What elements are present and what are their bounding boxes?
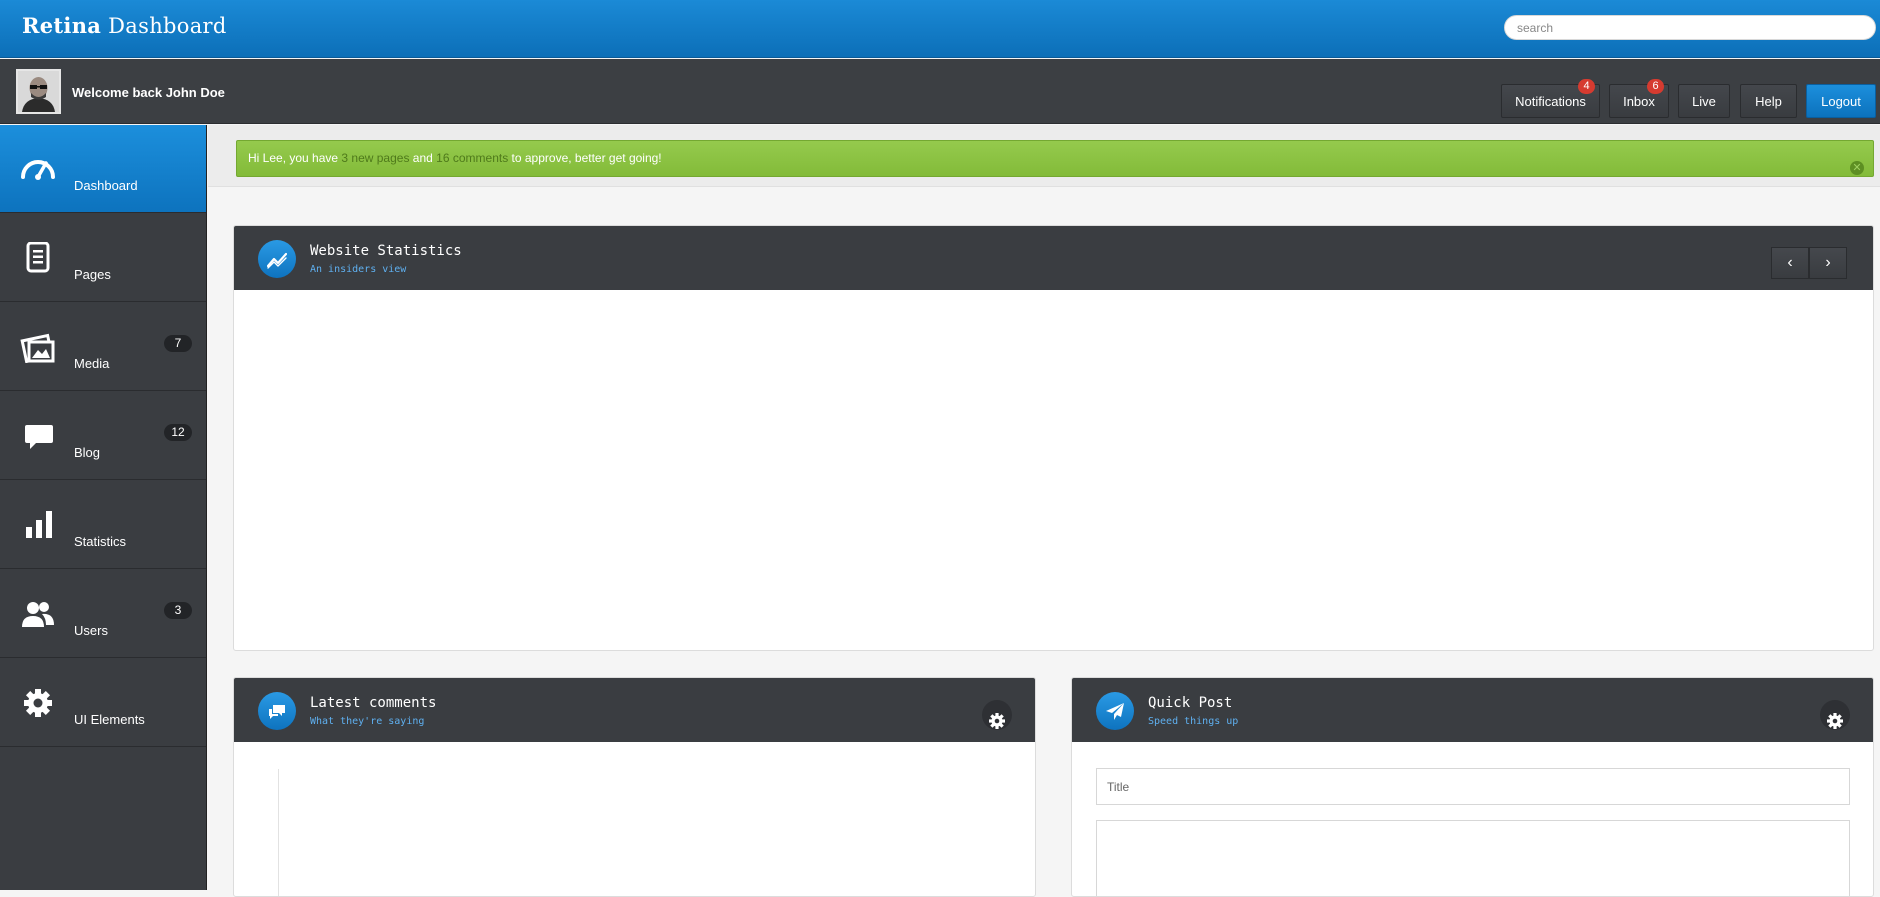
- notifications-label: Notifications: [1515, 93, 1586, 109]
- panel-header: Website Statistics An insiders view ‹ ›: [234, 226, 1873, 290]
- sidebar-label-ui-elements: UI Elements: [74, 712, 145, 727]
- alert-prefix: Hi Lee, you have: [248, 151, 342, 165]
- inbox-button[interactable]: Inbox 6: [1609, 79, 1669, 118]
- notifications-button[interactable]: Notifications 4: [1501, 79, 1600, 118]
- alert-mid: and: [409, 151, 437, 165]
- paper-plane-icon: [1096, 692, 1134, 730]
- welcome-text: Welcome back John Doe: [72, 85, 225, 100]
- panel-subtitle: Speed things up: [1148, 716, 1239, 727]
- users-icon: [22, 602, 54, 627]
- sidebar-item-blog[interactable]: Blog 12: [0, 392, 206, 480]
- document-icon: [26, 242, 50, 273]
- user-bar: Welcome back John Doe Notifications 4 In…: [0, 59, 1880, 124]
- next-button[interactable]: ›: [1809, 247, 1847, 279]
- gear-icon: [989, 713, 1005, 729]
- sidebar-label-pages: Pages: [74, 267, 111, 282]
- sidebar-item-dashboard[interactable]: Dashboard: [0, 125, 206, 213]
- notifications-badge: 4: [1578, 79, 1595, 94]
- close-icon[interactable]: ✕: [1850, 161, 1864, 175]
- panel-header: Quick Post Speed things up: [1072, 678, 1873, 742]
- logout-button[interactable]: Logout: [1806, 84, 1876, 118]
- post-title-input[interactable]: [1096, 768, 1850, 805]
- image-icon: [20, 333, 55, 363]
- settings-gear-button[interactable]: [982, 700, 1012, 730]
- gauge-icon: [21, 160, 55, 180]
- media-count-badge: 7: [164, 335, 192, 352]
- success-alert: Hi Lee, you have 3 new pages and 16 comm…: [236, 140, 1874, 177]
- comments-icon: [258, 692, 296, 730]
- alert-suffix: to approve, better get going!: [508, 151, 662, 165]
- sidebar-item-ui-elements[interactable]: UI Elements: [0, 659, 206, 747]
- sidebar-label-blog: Blog: [74, 445, 101, 460]
- bar-chart-icon: [26, 511, 52, 538]
- alert-comments-link[interactable]: 16 comments: [436, 151, 508, 165]
- panel-title: Latest comments: [310, 695, 437, 711]
- gear-icon: [1827, 713, 1843, 729]
- brand-rest: Dashboard: [108, 14, 227, 38]
- post-body-textarea[interactable]: [1096, 820, 1850, 896]
- trend-line-icon: [258, 240, 296, 278]
- latest-comments-panel: Latest comments What they're saying: [233, 677, 1036, 897]
- prev-button[interactable]: ‹: [1771, 247, 1809, 279]
- sidebar-item-users[interactable]: Users 3: [0, 570, 206, 658]
- chat-icon: [25, 425, 53, 449]
- help-button[interactable]: Help: [1740, 84, 1797, 118]
- sidebar-label-users: Users: [74, 623, 108, 638]
- panel-subtitle: An insiders view: [310, 264, 407, 275]
- quick-post-panel: Quick Post Speed things up: [1071, 677, 1874, 897]
- sidebar: Dashboard Pages Media 7 Blog 12 Statisti…: [0, 125, 207, 890]
- sidebar-item-pages[interactable]: Pages: [0, 214, 206, 302]
- avatar[interactable]: [16, 69, 61, 114]
- panel-header: Latest comments What they're saying: [234, 678, 1035, 742]
- inbox-label: Inbox: [1623, 93, 1655, 109]
- website-statistics-panel: Website Statistics An insiders view ‹ ›: [233, 225, 1874, 651]
- panel-subtitle: What they're saying: [310, 716, 425, 727]
- brand-bold: Retina: [22, 13, 102, 38]
- sidebar-label-media: Media: [74, 356, 110, 371]
- comments-timeline-line: [278, 769, 279, 896]
- sidebar-label-dashboard: Dashboard: [74, 178, 138, 193]
- top-header: Retina Dashboard: [0, 0, 1880, 58]
- panel-title: Quick Post: [1148, 695, 1233, 711]
- settings-gear-button[interactable]: [1820, 700, 1850, 730]
- panel-title: Website Statistics: [310, 243, 462, 259]
- brand-logo[interactable]: Retina Dashboard: [22, 13, 227, 38]
- sidebar-label-statistics: Statistics: [74, 534, 127, 549]
- sidebar-item-media[interactable]: Media 7: [0, 303, 206, 391]
- gear-icon: [24, 689, 52, 717]
- blog-count-badge: 12: [164, 424, 192, 441]
- search-input[interactable]: [1504, 15, 1876, 40]
- alert-pages-link[interactable]: 3 new pages: [341, 151, 409, 165]
- inbox-badge: 6: [1647, 79, 1664, 94]
- live-button[interactable]: Live: [1678, 84, 1730, 118]
- users-count-badge: 3: [164, 602, 192, 619]
- sidebar-item-statistics[interactable]: Statistics: [0, 481, 206, 569]
